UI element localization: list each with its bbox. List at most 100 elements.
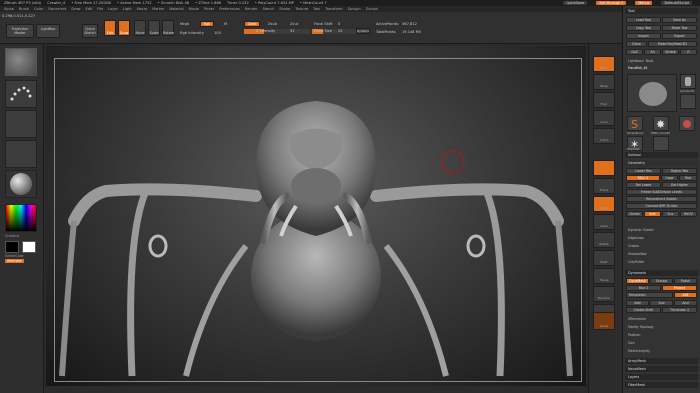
material-thumbnail[interactable] (5, 170, 37, 198)
rotate-button[interactable]: Rotate (162, 20, 174, 36)
export-button[interactable]: Export (662, 33, 697, 39)
transp-button[interactable]: Transp (593, 268, 615, 284)
suv-toggle[interactable]: Suv (662, 211, 679, 217)
move-button[interactable]: Move (134, 20, 146, 36)
draw-button[interactable]: Draw (118, 20, 130, 36)
rotate-view-button[interactable]: Rotate (593, 232, 615, 248)
menus-button[interactable]: Menus (635, 1, 653, 5)
secondary-color-swatch[interactable] (22, 241, 36, 253)
zsub-toggle[interactable]: Zsub (268, 22, 277, 26)
zcut-toggle[interactable]: Zcut (290, 22, 298, 26)
layers-section[interactable]: Layers (625, 374, 698, 380)
fibermesh-section[interactable]: FiberMesh (625, 382, 698, 388)
xyz-button[interactable] (593, 160, 615, 176)
polyf-button[interactable]: PolyF (593, 250, 615, 266)
menu-light[interactable]: Light (123, 7, 132, 11)
pm3d-cube-thumb[interactable]: ✸ (653, 116, 669, 131)
menu-stencil[interactable]: Stencil (262, 7, 274, 11)
claypolish-item[interactable]: ClayPolish (628, 260, 644, 264)
higher-res-button[interactable]: Higher Res (662, 168, 697, 174)
switch-color-label[interactable]: SwitchColor (5, 254, 24, 258)
quick-sketch-button[interactable]: Quick Sketch (82, 24, 98, 38)
menu-edit[interactable]: Edit (86, 7, 93, 11)
lightbox-tools-label[interactable]: Lightbox> Tools (628, 59, 653, 63)
position-item[interactable]: Position (628, 333, 640, 337)
menu-color[interactable]: Color (34, 7, 43, 11)
persp-button[interactable]: Persp (593, 74, 615, 90)
smt-toggle[interactable]: Smt (644, 211, 661, 217)
tool-panel-title[interactable]: Tool (625, 8, 698, 14)
menu-texture[interactable]: Texture (295, 7, 308, 11)
arraymesh-section[interactable]: ArrayMesh (625, 358, 698, 364)
geometry-section[interactable]: Geometry (625, 160, 698, 166)
menu-picker[interactable]: Picker (204, 7, 214, 11)
menu-tool[interactable]: Tool (313, 7, 320, 11)
menu-preferences[interactable]: Preferences (219, 7, 240, 11)
del-higher-button[interactable]: Del Higher (662, 182, 697, 188)
zremesher-item[interactable]: ZRemesher (628, 317, 646, 321)
cylinder3d-thumb[interactable] (680, 74, 696, 89)
divide-button[interactable]: Divide (626, 211, 643, 217)
dynamic-subdiv-item[interactable]: Dynamic Subdiv (628, 228, 654, 232)
scale-button[interactable]: Scale (148, 20, 160, 36)
del-lower-button[interactable]: Del Lower (626, 182, 661, 188)
clone-button[interactable]: Clone (626, 41, 647, 47)
zadd-toggle[interactable]: Zadd (244, 21, 260, 27)
reconstruct-subdiv-button[interactable]: Reconstruct Subdiv (626, 196, 697, 202)
simple-brush-thumb[interactable] (680, 94, 696, 109)
projection-master-button[interactable]: Projection Master (6, 24, 34, 38)
modify-topology-item[interactable]: Modify Topology (628, 325, 654, 329)
dynamic-button[interactable]: Dynamic (356, 28, 370, 34)
copy-tool-button[interactable]: Copy Tool (626, 25, 661, 31)
local-button[interactable]: Local (593, 110, 615, 126)
reuv-toggle[interactable]: ReUV (680, 211, 697, 217)
z-intensity-slider[interactable] (244, 29, 310, 34)
scale-view-button[interactable]: Scale (593, 214, 615, 230)
edit-button[interactable]: Edit (104, 20, 116, 36)
alternate-button[interactable]: Alternate (5, 259, 24, 263)
stroke-thumbnail[interactable] (5, 80, 37, 108)
shadowbox-item[interactable]: ShadowBox (628, 252, 647, 256)
polish-toggle[interactable]: Polish (674, 278, 697, 284)
goz-button[interactable]: GoZ (626, 49, 643, 55)
m-toggle[interactable]: M (224, 22, 227, 26)
project-toggle[interactable]: Project (662, 285, 697, 291)
floor-button[interactable]: Floor (593, 92, 615, 108)
color-picker[interactable] (5, 204, 37, 232)
menu-zscript[interactable]: Zscript (366, 7, 378, 11)
xpose-button[interactable]: Xpose (593, 312, 615, 330)
brush-thumbnail[interactable] (5, 48, 37, 76)
and-toggle[interactable]: And (674, 300, 697, 306)
move-view-button[interactable]: Move (593, 196, 615, 212)
subtool-section[interactable]: Subtool (625, 152, 698, 158)
meshintegrity-item[interactable]: MeshIntegrity (628, 349, 650, 353)
viewport-canvas[interactable] (46, 46, 586, 386)
rstr-button[interactable]: Rstr (679, 175, 697, 181)
nanomesh-section[interactable]: NanoMesh (625, 366, 698, 372)
sdiv-slider[interactable]: SDiv 3 (626, 175, 660, 181)
simplebrush-thumb[interactable]: S (627, 116, 643, 131)
lightbox-button[interactable]: LightBox (36, 24, 60, 38)
menu-macro[interactable]: Macro (137, 7, 148, 11)
menu-alpha[interactable]: Alpha (4, 7, 14, 11)
gradient-label[interactable]: Gradient (5, 234, 19, 238)
lower-res-button[interactable]: Lower Res (626, 168, 661, 174)
menu-transform[interactable]: Transform (325, 7, 342, 11)
menu-brush[interactable]: Brush (19, 7, 29, 11)
load-tool-button[interactable]: Load Tool (626, 17, 661, 23)
handbot-thumb[interactable] (653, 136, 669, 151)
blur-slider[interactable]: Blur 2 (626, 285, 661, 291)
create-shell-button[interactable]: Create Shell (626, 307, 661, 313)
crease-item[interactable]: Crease (628, 244, 639, 248)
menu-document[interactable]: Document (48, 7, 66, 11)
sub-toggle[interactable]: Sub (650, 300, 673, 306)
add-toggle[interactable]: Add (626, 300, 649, 306)
convert-bpr-button[interactable]: Convert BPR To Geo (626, 203, 697, 209)
make-polymesh-button[interactable]: Make PolyMesh3D (647, 41, 697, 47)
quicksave-button[interactable]: QuickSave (563, 1, 588, 5)
lsym-button[interactable]: L.Sym (593, 128, 615, 144)
size-item[interactable]: Size (628, 341, 635, 345)
dynamic-view-button[interactable]: Dynamic (593, 286, 615, 302)
main-color-swatch[interactable] (5, 241, 19, 253)
texture-thumbnail[interactable] (5, 140, 37, 168)
